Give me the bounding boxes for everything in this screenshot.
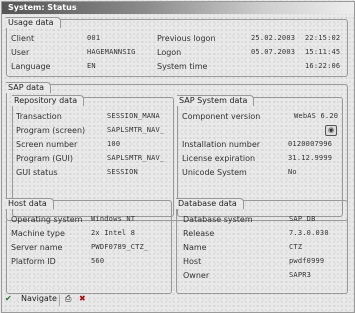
database-data-title: Database data <box>176 198 244 209</box>
database-host-value: pwdf0999 <box>289 257 325 265</box>
license-expiration-label: License expiration <box>182 154 256 163</box>
platform-id-label: Platform ID <box>11 257 56 266</box>
release-value: 7.3.0.030 <box>289 229 329 237</box>
database-name-label: Name <box>183 243 207 252</box>
unicode-system-label: Unicode System <box>182 168 247 177</box>
sap-system-data-title: SAP System data <box>177 95 255 106</box>
installation-number-value: 0120007996 <box>288 140 333 148</box>
screen-number-value: 100 <box>107 140 121 148</box>
repository-data-title: Repository data <box>12 95 85 106</box>
component-version-value: WebAS 6.20 <box>294 112 339 120</box>
database-owner-label: Owner <box>183 271 210 280</box>
gui-status-label: GUI status <box>16 168 58 177</box>
operating-system-value: Windows NT <box>91 215 136 223</box>
language-label: Language <box>11 62 51 71</box>
platform-id-value: 560 <box>91 257 105 265</box>
database-name-value: CTZ <box>289 243 303 251</box>
database-host-label: Host <box>183 257 202 266</box>
title-bar: System: Status <box>2 2 354 14</box>
previous-logon-time: 22:15:02 <box>305 34 341 42</box>
server-name-value: PWDF0789_CTZ_ <box>91 243 149 251</box>
confirm-check-icon[interactable]: ✔ <box>5 294 12 303</box>
usage-data-group: Usage data Client 001 User HAGEMANNSIG L… <box>6 17 348 77</box>
gui-status-value: SESSION <box>107 168 138 176</box>
client-label: Client <box>11 34 35 43</box>
client-value: 001 <box>87 34 101 42</box>
database-system-label: Database system <box>183 215 253 224</box>
user-label: User <box>11 48 30 57</box>
operating-system-label: Operating system <box>11 215 83 224</box>
system-time-value: 16:22:06 <box>305 62 341 70</box>
database-system-value: SAP DB <box>289 215 316 223</box>
navigate-button[interactable]: Navigate <box>21 294 57 303</box>
transaction-label: Transaction <box>16 112 62 121</box>
database-owner-value: SAPR3 <box>289 271 312 279</box>
logon-date: 05.07.2003 <box>251 48 296 56</box>
license-expiration-value: 31.12.9999 <box>288 154 333 162</box>
program-gui-value: SAPLSMTR_NAV_ <box>107 154 165 162</box>
database-data-group: Database data Database system SAP DB Rel… <box>176 198 348 294</box>
close-icon[interactable]: ✖ <box>79 294 86 303</box>
logon-label: Logon <box>157 48 182 57</box>
server-name-label: Server name <box>11 243 63 252</box>
release-label: Release <box>183 229 215 238</box>
host-data-title: Host data <box>6 198 54 209</box>
user-value: HAGEMANNSIG <box>87 48 136 56</box>
usage-data-title: Usage data <box>6 17 61 28</box>
component-details-icon[interactable]: ◉ <box>325 125 337 136</box>
host-data-group: Host data Operating system Windows NT Ma… <box>6 198 172 294</box>
language-value: EN <box>87 62 96 70</box>
unicode-system-value: No <box>288 168 297 176</box>
component-version-label: Component version <box>182 112 261 121</box>
program-screen-value: SAPLSMTR_NAV_ <box>107 126 165 134</box>
toolbar-separator <box>59 295 60 306</box>
screen-number-label: Screen number <box>16 140 78 149</box>
previous-logon-date: 25.02.2003 <box>251 34 296 42</box>
machine-type-value: 2x Intel 8 <box>91 229 136 237</box>
print-icon[interactable]: ⎙ <box>65 294 71 304</box>
system-time-label: System time <box>157 62 208 71</box>
status-window: System: Status Usage data Client 001 Use… <box>1 1 355 313</box>
previous-logon-label: Previous logon <box>157 34 216 43</box>
program-gui-label: Program (GUI) <box>16 154 73 163</box>
program-screen-label: Program (screen) <box>16 126 86 135</box>
sap-data-title: SAP data <box>6 82 52 93</box>
window-title: System: Status <box>8 3 77 12</box>
bottom-toolbar: ✔ Navigate ⎙ ✖ <box>1 292 353 310</box>
machine-type-label: Machine type <box>11 229 65 238</box>
logon-time: 15:11:45 <box>305 48 341 56</box>
transaction-value: SESSION_MANA <box>107 112 160 120</box>
installation-number-label: Installation number <box>182 140 261 149</box>
